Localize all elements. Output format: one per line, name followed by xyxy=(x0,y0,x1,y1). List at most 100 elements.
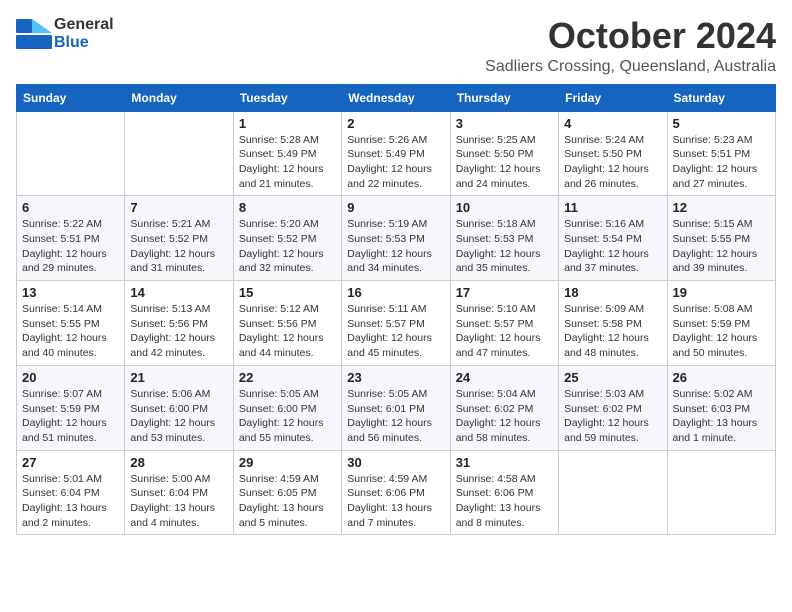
day-detail: Sunrise: 5:04 AM Sunset: 6:02 PM Dayligh… xyxy=(456,387,553,446)
day-number: 20 xyxy=(22,370,119,385)
weekday-header-tuesday: Tuesday xyxy=(233,84,341,111)
day-detail: Sunrise: 5:23 AM Sunset: 5:51 PM Dayligh… xyxy=(673,133,770,192)
day-detail: Sunrise: 5:10 AM Sunset: 5:57 PM Dayligh… xyxy=(456,302,553,361)
calendar-title-block: October 2024 Sadliers Crossing, Queensla… xyxy=(485,16,776,76)
calendar-cell: 11 Sunrise: 5:16 AM Sunset: 5:54 PM Dayli… xyxy=(559,196,667,281)
calendar-cell: 9Sunrise: 5:19 AM Sunset: 5:53 PM Daylig… xyxy=(342,196,450,281)
calendar-cell: 30Sunrise: 4:59 AM Sunset: 6:06 PM Dayli… xyxy=(342,450,450,535)
day-number: 22 xyxy=(239,370,336,385)
day-number: 30 xyxy=(347,455,444,470)
calendar-cell: 14 Sunrise: 5:13 AM Sunset: 5:56 PM Dayli… xyxy=(125,281,233,366)
calendar-week-row: 27Sunrise: 5:01 AM Sunset: 6:04 PM Dayli… xyxy=(17,450,776,535)
calendar-cell: 24 Sunrise: 5:04 AM Sunset: 6:02 PM Dayli… xyxy=(450,365,558,450)
weekday-header-row: SundayMondayTuesdayWednesdayThursdayFrid… xyxy=(17,84,776,111)
calendar-cell: 26 Sunrise: 5:02 AM Sunset: 6:03 PM Dayli… xyxy=(667,365,775,450)
day-number: 16 xyxy=(347,285,444,300)
calendar-cell: 7 Sunrise: 5:21 AM Sunset: 5:52 PM Daylig… xyxy=(125,196,233,281)
weekday-header-saturday: Saturday xyxy=(667,84,775,111)
calendar-cell xyxy=(559,450,667,535)
day-number: 17 xyxy=(456,285,553,300)
calendar-cell xyxy=(17,111,125,196)
day-number: 24 xyxy=(456,370,553,385)
day-detail: Sunrise: 5:00 AM Sunset: 6:04 PM Dayligh… xyxy=(130,472,227,531)
day-number: 26 xyxy=(673,370,770,385)
day-detail: Sunrise: 5:20 AM Sunset: 5:52 PM Dayligh… xyxy=(239,217,336,276)
day-number: 1 xyxy=(239,116,336,131)
calendar-week-row: 1 Sunrise: 5:28 AM Sunset: 5:49 PM Daylig… xyxy=(17,111,776,196)
day-detail: Sunrise: 5:13 AM Sunset: 5:56 PM Dayligh… xyxy=(130,302,227,361)
day-detail: Sunrise: 5:02 AM Sunset: 6:03 PM Dayligh… xyxy=(673,387,770,446)
day-number: 11 xyxy=(564,200,661,215)
calendar-cell: 18 Sunrise: 5:09 AM Sunset: 5:58 PM Dayli… xyxy=(559,281,667,366)
calendar-cell: 23 Sunrise: 5:05 AM Sunset: 6:01 PM Dayli… xyxy=(342,365,450,450)
logo-line1: General xyxy=(54,16,114,34)
day-number: 2 xyxy=(347,116,444,131)
calendar-cell: 29Sunrise: 4:59 AM Sunset: 6:05 PM Dayli… xyxy=(233,450,341,535)
weekday-header-friday: Friday xyxy=(559,84,667,111)
calendar-cell: 15 Sunrise: 5:12 AM Sunset: 5:56 PM Dayli… xyxy=(233,281,341,366)
day-detail: Sunrise: 5:24 AM Sunset: 5:50 PM Dayligh… xyxy=(564,133,661,192)
calendar-cell: 8 Sunrise: 5:20 AM Sunset: 5:52 PM Daylig… xyxy=(233,196,341,281)
day-detail: Sunrise: 5:22 AM Sunset: 5:51 PM Dayligh… xyxy=(22,217,119,276)
calendar-week-row: 20 Sunrise: 5:07 AM Sunset: 5:59 PM Dayli… xyxy=(17,365,776,450)
calendar-cell: 22 Sunrise: 5:05 AM Sunset: 6:00 PM Dayli… xyxy=(233,365,341,450)
day-number: 27 xyxy=(22,455,119,470)
day-detail: Sunrise: 5:11 AM Sunset: 5:57 PM Dayligh… xyxy=(347,302,444,361)
calendar-week-row: 6 Sunrise: 5:22 AM Sunset: 5:51 PM Daylig… xyxy=(17,196,776,281)
calendar-cell: 5 Sunrise: 5:23 AM Sunset: 5:51 PM Daylig… xyxy=(667,111,775,196)
day-number: 3 xyxy=(456,116,553,131)
day-number: 18 xyxy=(564,285,661,300)
weekday-header-thursday: Thursday xyxy=(450,84,558,111)
page-header: General Blue October 2024 Sadliers Cross… xyxy=(16,16,776,76)
calendar-cell: 19Sunrise: 5:08 AM Sunset: 5:59 PM Dayli… xyxy=(667,281,775,366)
day-number: 10 xyxy=(456,200,553,215)
day-number: 7 xyxy=(130,200,227,215)
calendar-cell: 10 Sunrise: 5:18 AM Sunset: 5:53 PM Dayli… xyxy=(450,196,558,281)
day-number: 4 xyxy=(564,116,661,131)
day-detail: Sunrise: 5:09 AM Sunset: 5:58 PM Dayligh… xyxy=(564,302,661,361)
calendar-cell xyxy=(125,111,233,196)
day-detail: Sunrise: 5:06 AM Sunset: 6:00 PM Dayligh… xyxy=(130,387,227,446)
day-detail: Sunrise: 5:18 AM Sunset: 5:53 PM Dayligh… xyxy=(456,217,553,276)
calendar-cell xyxy=(667,450,775,535)
day-number: 23 xyxy=(347,370,444,385)
weekday-header-sunday: Sunday xyxy=(17,84,125,111)
day-detail: Sunrise: 5:26 AM Sunset: 5:49 PM Dayligh… xyxy=(347,133,444,192)
calendar-cell: 27Sunrise: 5:01 AM Sunset: 6:04 PM Dayli… xyxy=(17,450,125,535)
day-detail: Sunrise: 5:05 AM Sunset: 6:00 PM Dayligh… xyxy=(239,387,336,446)
calendar-cell: 13Sunrise: 5:14 AM Sunset: 5:55 PM Dayli… xyxy=(17,281,125,366)
logo-icon xyxy=(16,19,52,49)
calendar-cell: 6 Sunrise: 5:22 AM Sunset: 5:51 PM Daylig… xyxy=(17,196,125,281)
day-number: 5 xyxy=(673,116,770,131)
day-detail: Sunrise: 4:58 AM Sunset: 6:06 PM Dayligh… xyxy=(456,472,553,531)
day-number: 14 xyxy=(130,285,227,300)
calendar-cell: 16 Sunrise: 5:11 AM Sunset: 5:57 PM Dayli… xyxy=(342,281,450,366)
day-number: 8 xyxy=(239,200,336,215)
day-detail: Sunrise: 5:12 AM Sunset: 5:56 PM Dayligh… xyxy=(239,302,336,361)
day-detail: Sunrise: 5:07 AM Sunset: 5:59 PM Dayligh… xyxy=(22,387,119,446)
calendar-subtitle: Sadliers Crossing, Queensland, Australia xyxy=(485,58,776,76)
day-number: 31 xyxy=(456,455,553,470)
day-detail: Sunrise: 5:14 AM Sunset: 5:55 PM Dayligh… xyxy=(22,302,119,361)
calendar-cell: 25Sunrise: 5:03 AM Sunset: 6:02 PM Dayli… xyxy=(559,365,667,450)
logo: General Blue xyxy=(16,16,114,51)
weekday-header-wednesday: Wednesday xyxy=(342,84,450,111)
calendar-cell: 1 Sunrise: 5:28 AM Sunset: 5:49 PM Daylig… xyxy=(233,111,341,196)
day-detail: Sunrise: 5:21 AM Sunset: 5:52 PM Dayligh… xyxy=(130,217,227,276)
day-detail: Sunrise: 5:08 AM Sunset: 5:59 PM Dayligh… xyxy=(673,302,770,361)
day-number: 15 xyxy=(239,285,336,300)
calendar-cell: 28Sunrise: 5:00 AM Sunset: 6:04 PM Dayli… xyxy=(125,450,233,535)
calendar-cell: 17 Sunrise: 5:10 AM Sunset: 5:57 PM Dayli… xyxy=(450,281,558,366)
calendar-cell: 3 Sunrise: 5:25 AM Sunset: 5:50 PM Daylig… xyxy=(450,111,558,196)
day-detail: Sunrise: 5:16 AM Sunset: 5:54 PM Dayligh… xyxy=(564,217,661,276)
day-number: 6 xyxy=(22,200,119,215)
day-number: 29 xyxy=(239,455,336,470)
day-detail: Sunrise: 5:28 AM Sunset: 5:49 PM Dayligh… xyxy=(239,133,336,192)
calendar-week-row: 13Sunrise: 5:14 AM Sunset: 5:55 PM Dayli… xyxy=(17,281,776,366)
day-detail: Sunrise: 5:15 AM Sunset: 5:55 PM Dayligh… xyxy=(673,217,770,276)
day-detail: Sunrise: 5:25 AM Sunset: 5:50 PM Dayligh… xyxy=(456,133,553,192)
day-detail: Sunrise: 5:19 AM Sunset: 5:53 PM Dayligh… xyxy=(347,217,444,276)
day-detail: Sunrise: 5:05 AM Sunset: 6:01 PM Dayligh… xyxy=(347,387,444,446)
calendar-title: October 2024 xyxy=(485,16,776,56)
day-detail: Sunrise: 5:03 AM Sunset: 6:02 PM Dayligh… xyxy=(564,387,661,446)
